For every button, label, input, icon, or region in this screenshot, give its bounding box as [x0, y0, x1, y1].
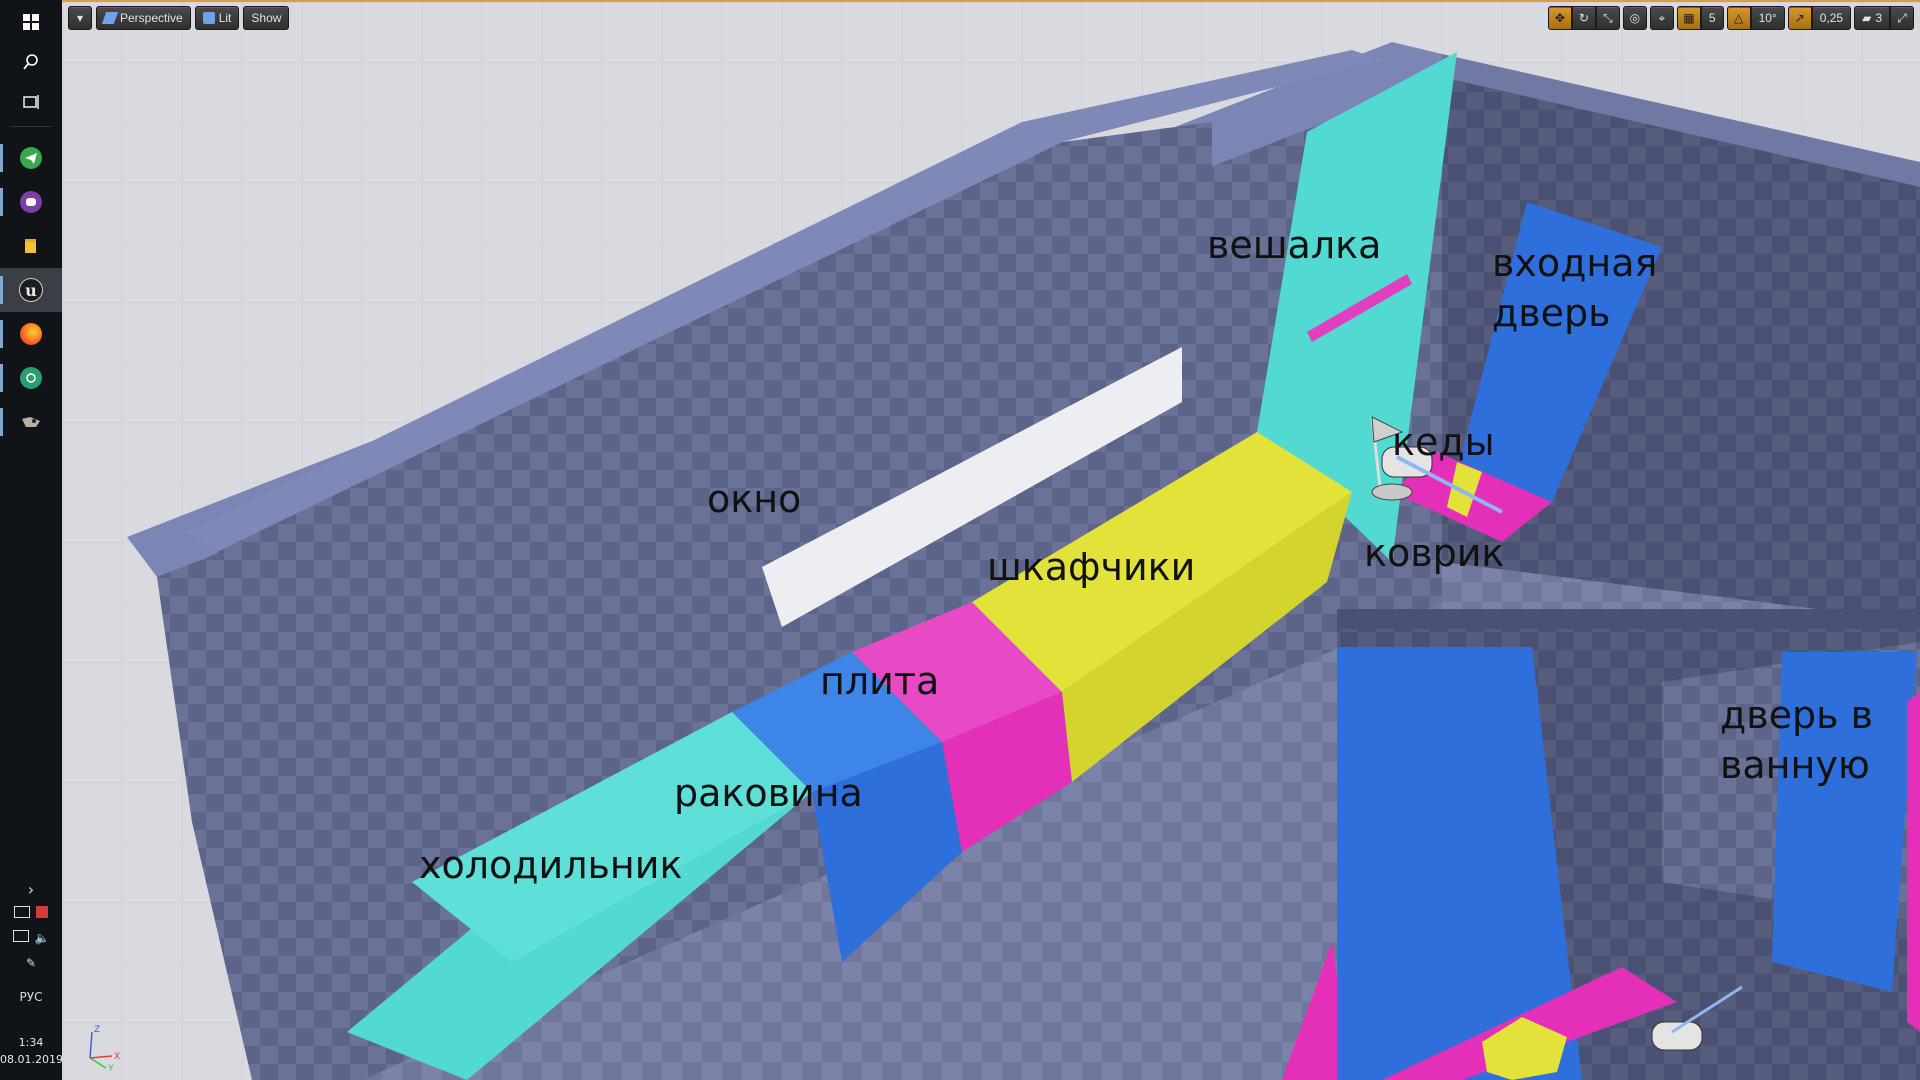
- tray-icons-row-1: [0, 906, 62, 921]
- rotate-icon: ↻: [1578, 11, 1589, 25]
- start-button[interactable]: [0, 0, 62, 44]
- unreal-engine-icon: u: [19, 278, 43, 302]
- tray-expand-chevron-icon[interactable]: ›: [0, 880, 62, 899]
- camera-speed-value: 3: [1875, 11, 1882, 25]
- scale-snap-value[interactable]: 0,25: [1811, 6, 1852, 30]
- rotation-snap-group: △ 10°: [1726, 6, 1785, 30]
- label-front-door-line-2: дверь: [1492, 291, 1611, 335]
- scale-snap-icon: ↗: [1794, 11, 1805, 25]
- perspective-label: Perspective: [120, 11, 183, 25]
- camera-speed-button[interactable]: ▰ 3: [1854, 6, 1890, 30]
- label-mat: коврик: [1364, 531, 1505, 575]
- app-purple-button[interactable]: [0, 180, 62, 224]
- windows-logo-icon: [20, 11, 42, 33]
- search-icon: [20, 51, 42, 73]
- viewport-toolbar-left: ▾ Perspective Lit Show: [68, 6, 290, 30]
- telegram-button[interactable]: [0, 136, 62, 180]
- angle-icon: △: [1733, 11, 1744, 25]
- label-sink: раковина: [674, 771, 863, 815]
- scale-mode-button[interactable]: ⤡: [1595, 6, 1620, 30]
- rotation-snap-value[interactable]: 10°: [1750, 6, 1785, 30]
- grid-snap-group: ▦ 5: [1676, 6, 1724, 30]
- lit-button[interactable]: Lit: [194, 6, 240, 30]
- axis-gizmo: X Z Y: [89, 1025, 120, 1072]
- level-viewport[interactable]: ▾ Perspective Lit Show ✥ ↻ ⤡ ◎ ⌖ ▦ 5 △ 1…: [62, 0, 1920, 1080]
- telegram-icon: [20, 147, 42, 169]
- volume-icon[interactable]: 🔈: [35, 931, 50, 945]
- show-label: Show: [251, 11, 282, 25]
- svg-text:Z: Z: [94, 1025, 100, 1035]
- label-hanger: вешалка: [1207, 223, 1382, 267]
- label-window: окно: [707, 477, 802, 521]
- coordinate-system-button[interactable]: ◎: [1622, 6, 1647, 30]
- folder-icon: [20, 235, 42, 257]
- app-purple-icon: [20, 191, 42, 213]
- camera-speed-group: ▰ 3 ⤢: [1854, 6, 1914, 30]
- antivirus-icon[interactable]: [36, 906, 48, 918]
- rotation-snap-toggle[interactable]: △: [1726, 6, 1751, 30]
- clock-time: 1:34: [18, 1036, 44, 1049]
- label-bath-door-line-1: дверь в: [1720, 693, 1874, 737]
- chevron-down-icon: ▾: [76, 11, 84, 25]
- task-view-button[interactable]: [0, 80, 62, 124]
- svg-text:X: X: [114, 1052, 120, 1062]
- app-green-icon: [20, 367, 42, 389]
- svg-text:Y: Y: [107, 1064, 114, 1072]
- lit-label: Lit: [218, 11, 232, 25]
- rotate-mode-button[interactable]: ↻: [1571, 6, 1596, 30]
- grid-snap-value[interactable]: 5: [1700, 6, 1724, 30]
- firefox-button[interactable]: [0, 312, 62, 356]
- preview-edge-magenta: [1907, 692, 1920, 1032]
- scale-snap-group: ↗ 0,25: [1787, 6, 1852, 30]
- grid-snap-toggle[interactable]: ▦: [1676, 6, 1701, 30]
- firefox-icon: [20, 323, 42, 345]
- unreal-engine-button[interactable]: u: [0, 268, 62, 312]
- label-front-door-line-1: входная: [1492, 241, 1658, 285]
- label-sneakers: кеды: [1392, 420, 1495, 464]
- show-button[interactable]: Show: [243, 6, 290, 30]
- move-icon: ✥: [1554, 11, 1565, 25]
- translate-mode-button[interactable]: ✥: [1547, 6, 1572, 30]
- search-button[interactable]: [0, 40, 62, 84]
- task-view-icon: [20, 91, 42, 113]
- label-bath-door-line-2: ванную: [1720, 743, 1870, 787]
- gimp-button[interactable]: [0, 400, 62, 444]
- clock[interactable]: 1:34 08.01.2019: [0, 1034, 63, 1068]
- file-explorer-button[interactable]: [0, 224, 62, 268]
- scale-icon: ⤡: [1603, 10, 1613, 25]
- display-icon[interactable]: [12, 930, 29, 942]
- globe-icon: ◎: [1629, 11, 1641, 25]
- maximize-viewport-button[interactable]: ⤢: [1890, 6, 1914, 30]
- maximize-icon: ⤢: [1897, 10, 1907, 25]
- perspective-icon: [101, 12, 119, 24]
- gimp-icon: [20, 411, 42, 433]
- camera-icon: ▰: [1862, 11, 1872, 25]
- transform-mode-group: ✥ ↻ ⤡: [1547, 6, 1620, 30]
- scale-snap-toggle[interactable]: ↗: [1787, 6, 1812, 30]
- scene-render[interactable]: [62, 2, 1920, 1080]
- surface-snap-icon: ⌖: [1658, 10, 1666, 25]
- clock-date: 08.01.2019: [0, 1053, 63, 1066]
- windows-taskbar: u › 🔈 ✎ РУС 1:34 08.01.2019: [0, 0, 63, 1080]
- language-indicator[interactable]: РУС: [0, 990, 62, 1004]
- lit-icon: [202, 12, 215, 24]
- app-green-button[interactable]: [0, 356, 62, 400]
- label-stove: плита: [820, 659, 940, 703]
- pen-icon[interactable]: ✎: [0, 956, 62, 970]
- label-cabinets: шкафчики: [987, 545, 1196, 589]
- label-fridge: холодильник: [419, 843, 683, 887]
- camera-preview: [1337, 609, 1920, 1080]
- surface-snapping-button[interactable]: ⌖: [1649, 6, 1674, 30]
- tray-icons-row-2: 🔈: [0, 930, 62, 945]
- grid-icon: ▦: [1683, 11, 1695, 25]
- perspective-button[interactable]: Perspective: [96, 6, 191, 30]
- viewport-toolbar-right: ✥ ↻ ⤡ ◎ ⌖ ▦ 5 △ 10° ↗ 0,25 ▰ 3 ⤢: [1547, 6, 1914, 30]
- network-icon[interactable]: [14, 906, 30, 918]
- viewport-options-button[interactable]: ▾: [68, 6, 92, 30]
